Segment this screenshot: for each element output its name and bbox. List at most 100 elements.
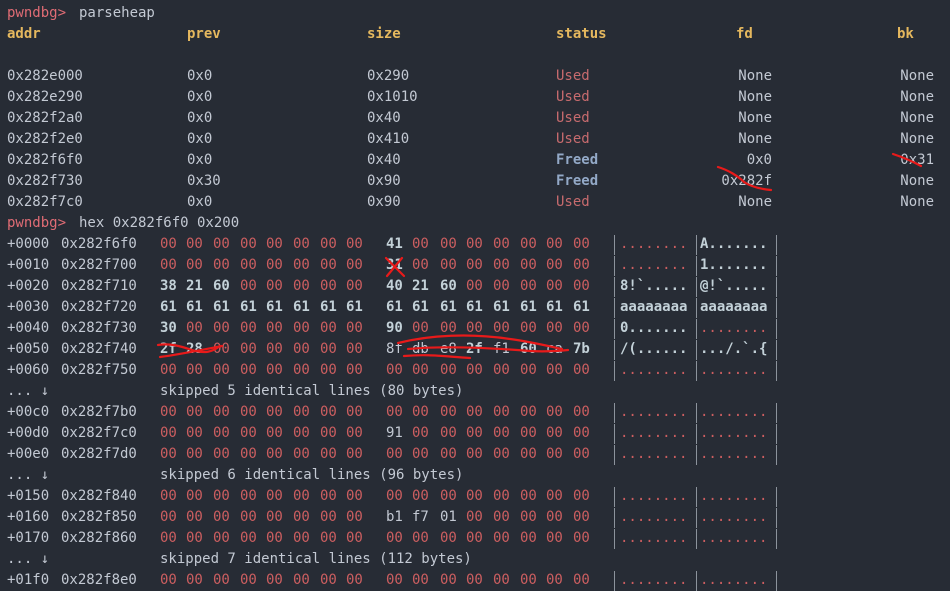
chunk-prev: 0x0: [187, 131, 213, 147]
heap-column-header: status: [556, 26, 607, 42]
hex-offset: +0030: [7, 299, 50, 315]
hex-byte: 61: [466, 299, 483, 315]
hex-byte: 00: [520, 530, 537, 546]
heap-column-header: prev: [187, 26, 221, 42]
hex-byte: 00: [346, 236, 363, 252]
hex-offset: +0020: [7, 278, 50, 294]
hex-byte: 00: [346, 446, 363, 462]
heap-chunk-row: 0x282f2a0 0x0 0x40 Used None None: [0, 108, 950, 129]
hex-byte: 00: [493, 425, 510, 441]
ascii-divider: [614, 571, 615, 591]
hex-byte: 00: [346, 509, 363, 525]
hex-byte: 01: [440, 509, 457, 525]
hex-byte: 40: [386, 278, 403, 294]
heap-column-header: size: [367, 26, 401, 42]
ascii-divider: [696, 361, 697, 381]
hex-byte: 28: [186, 341, 203, 357]
hex-byte: 61: [213, 299, 230, 315]
hex-byte: 00: [546, 488, 563, 504]
hex-byte: 00: [520, 425, 537, 441]
ascii-column-2: .../.`.{: [700, 341, 768, 357]
hex-byte: 00: [493, 257, 510, 273]
shell-prompt: pwndbg>: [7, 5, 67, 21]
chunk-fd: None: [738, 89, 772, 105]
hex-byte: 00: [293, 425, 310, 441]
hex-dump-row: +0000 0x282f6f0 00 00 00 00 00 00 00 00 41 00 00 00 00…: [0, 234, 950, 255]
chunk-fd: None: [738, 110, 772, 126]
hex-byte: 00: [320, 320, 337, 336]
hex-byte: 00: [412, 488, 429, 504]
hex-byte: 00: [266, 257, 283, 273]
hex-address: 0x282f850: [61, 509, 137, 525]
hex-byte: 00: [520, 572, 537, 588]
command-text: hex 0x282f6f0 0x200: [79, 215, 240, 231]
chunk-fd: 0x0: [746, 152, 772, 168]
ascii-divider: [614, 298, 615, 318]
hex-byte: 00: [412, 404, 429, 420]
ascii-divider: [696, 529, 697, 549]
hex-address: 0x282f6f0: [61, 236, 137, 252]
ascii-divider: [614, 424, 615, 444]
hex-byte: 00: [573, 509, 590, 525]
hex-byte: 00: [320, 278, 337, 294]
hex-offset: +00d0: [7, 425, 50, 441]
hex-byte: 00: [573, 488, 590, 504]
chunk-status: Freed: [556, 152, 599, 168]
chunk-status: Used: [556, 68, 590, 84]
hex-byte: 00: [293, 278, 310, 294]
hex-byte: 00: [386, 488, 403, 504]
chunk-status: Used: [556, 89, 590, 105]
hex-byte: 00: [266, 278, 283, 294]
hex-dump-row: +0050 0x282f740 2f 28 00 00 00 00 00 00 8f db e8 2f f1…: [0, 339, 950, 360]
ascii-column-1: ........: [620, 509, 688, 525]
hex-byte: 00: [466, 320, 483, 336]
hex-byte: 00: [186, 236, 203, 252]
hex-dump-row: +00e0 0x282f7d0 00 00 00 00 00 00 00 00 00 00 00 00 00…: [0, 444, 950, 465]
hex-byte: 00: [240, 278, 257, 294]
hex-byte: 00: [520, 236, 537, 252]
hex-byte: 00: [546, 509, 563, 525]
chunk-status: Freed: [556, 173, 599, 189]
hex-byte: 61: [520, 299, 537, 315]
hex-byte: 00: [573, 236, 590, 252]
hex-byte: 00: [320, 425, 337, 441]
chunk-addr: 0x282f6f0: [7, 152, 83, 168]
hex-byte: 00: [466, 425, 483, 441]
ascii-divider: [696, 508, 697, 528]
heap-chunk-row: 0x282f7c0 0x0 0x90 Used None None: [0, 192, 950, 213]
hex-byte: 00: [573, 530, 590, 546]
hex-byte: 00: [493, 488, 510, 504]
hex-offset: +0060: [7, 362, 50, 378]
hex-byte: 00: [266, 341, 283, 357]
ascii-divider: [776, 508, 777, 528]
hex-byte: 00: [346, 278, 363, 294]
hex-byte: 00: [320, 572, 337, 588]
hex-byte: 00: [346, 530, 363, 546]
hex-byte: 00: [293, 530, 310, 546]
chunk-prev: 0x0: [187, 194, 213, 210]
ascii-column-1: ........: [620, 425, 688, 441]
command-line: pwndbg> parseheap: [0, 3, 950, 24]
chunk-size: 0x90: [367, 194, 401, 210]
command-text: parseheap: [79, 5, 155, 21]
hex-dump-row: +00c0 0x282f7b0 00 00 00 00 00 00 00 00 00 00 00 00 00…: [0, 402, 950, 423]
hex-address: 0x282f7d0: [61, 446, 137, 462]
chunk-addr: 0x282f2a0: [7, 110, 83, 126]
hex-byte: 00: [186, 425, 203, 441]
hex-byte: 00: [240, 509, 257, 525]
hex-byte: 00: [493, 278, 510, 294]
hex-byte: 00: [346, 404, 363, 420]
hex-byte: 00: [293, 488, 310, 504]
hex-byte: 00: [573, 320, 590, 336]
skip-text: skipped 6 identical lines (96 bytes): [160, 467, 464, 483]
hex-byte: 00: [160, 446, 177, 462]
hex-byte: 61: [386, 299, 403, 315]
ascii-column-2: ........: [700, 572, 768, 588]
hex-byte: 00: [546, 320, 563, 336]
hex-byte: 61: [346, 299, 363, 315]
skipped-lines-row: ... ↓ skipped 7 identical lines (112 byte…: [0, 549, 950, 570]
ascii-column-1: /(......: [620, 341, 688, 357]
hex-byte: 00: [412, 572, 429, 588]
hex-byte: 30: [160, 320, 177, 336]
hex-byte: 00: [346, 488, 363, 504]
